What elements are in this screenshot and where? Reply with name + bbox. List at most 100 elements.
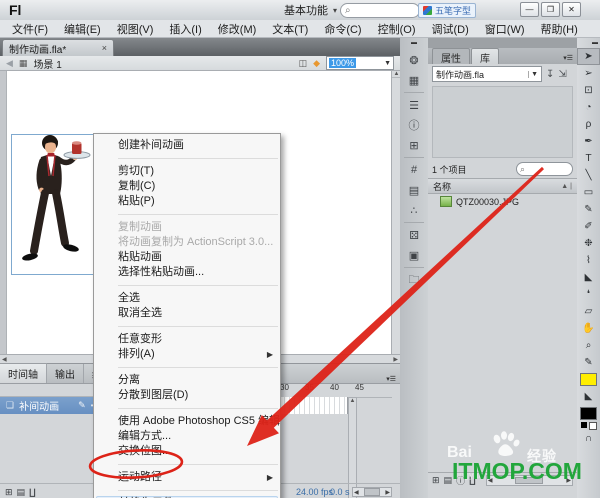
context-menu-item[interactable]: 运动路径 ▶ xyxy=(94,470,280,485)
menubar-item[interactable]: 修改(M) xyxy=(210,20,265,37)
strings-panel-icon[interactable]: ∴ xyxy=(400,200,428,220)
components-panel-icon[interactable]: ⚄ xyxy=(400,225,428,245)
timeline-ruler[interactable]: 30 35 40 45 xyxy=(280,383,392,398)
zoom-level-select[interactable]: 100% ▼ xyxy=(326,56,394,70)
waiter-character-graphic[interactable] xyxy=(14,132,98,272)
tab-properties[interactable]: 属性 xyxy=(432,48,470,65)
menubar-item[interactable]: 视图(V) xyxy=(109,20,162,37)
menubar-item[interactable]: 控制(O) xyxy=(370,20,424,37)
context-menu-item[interactable]: 使用 Adobe Photoshop CS5 编辑 xyxy=(94,414,280,429)
align-panel-icon[interactable]: ☰ xyxy=(400,95,428,115)
library-document-select[interactable]: 制作动画.fla ▼ xyxy=(432,66,542,82)
deco-tool[interactable]: ❉ xyxy=(577,235,600,252)
tab-close-icon[interactable]: × xyxy=(102,43,107,53)
panel-group-header[interactable] xyxy=(428,38,577,48)
menubar-item[interactable]: 插入(I) xyxy=(161,20,209,37)
timeline-tab[interactable]: 输出 xyxy=(47,364,84,383)
bone-tool[interactable]: ⌇ xyxy=(577,252,600,269)
context-menu-item[interactable]: 选择性粘贴动画... xyxy=(94,265,280,280)
timeline-tab[interactable]: 时间轴 xyxy=(0,363,47,383)
default-colors-icon[interactable] xyxy=(577,422,600,430)
3d-rotation-tool[interactable]: ◔ xyxy=(577,99,600,116)
edit-symbol-icon[interactable]: ◆ xyxy=(313,58,320,69)
fill-color-icon[interactable]: ◣ xyxy=(577,388,600,405)
pencil-tool[interactable]: ✎ xyxy=(577,201,600,218)
context-menu-item[interactable]: 任意变形 xyxy=(94,332,280,347)
document-tab[interactable]: 制作动画.fla* × xyxy=(2,39,114,56)
code-snippets-panel-icon[interactable]: # xyxy=(400,160,428,180)
black-white-icon[interactable] xyxy=(580,422,587,428)
stroke-color-swatch[interactable] xyxy=(580,373,597,386)
context-menu-item[interactable]: 粘贴(P) xyxy=(94,194,280,209)
timeline-horizontal-scrollbar[interactable]: ◀ ▶ xyxy=(352,487,392,497)
zoom-tool[interactable]: ⌕ xyxy=(577,337,600,354)
menubar-item[interactable]: 帮助(H) xyxy=(533,20,586,37)
new-folder-button[interactable]: ▤ xyxy=(17,487,26,498)
selection-tool[interactable]: ➤ xyxy=(577,48,600,65)
scroll-right-icon[interactable]: ▶ xyxy=(393,356,398,363)
new-layer-button[interactable]: ⊞ xyxy=(5,487,13,498)
behaviors-panel-icon[interactable]: ▣ xyxy=(400,245,428,265)
scroll-up-icon[interactable]: ▲ xyxy=(349,398,356,404)
minimize-button[interactable]: — xyxy=(520,2,539,17)
new-symbol-button[interactable]: ⊞ xyxy=(432,475,440,486)
context-menu-item[interactable]: 创建补间动画 xyxy=(94,138,280,153)
workspace-switcher[interactable]: 基本功能 ▾ xyxy=(284,3,337,17)
context-menu-item[interactable]: 取消全选 xyxy=(94,306,280,321)
maximize-button[interactable]: ❐ xyxy=(541,2,560,17)
tab-library[interactable]: 库 xyxy=(471,48,499,65)
scroll-left-icon[interactable]: ◀ xyxy=(354,489,359,496)
library-name-column-header[interactable]: 名称 ▲ | xyxy=(428,178,577,194)
menubar-item[interactable]: 文本(T) xyxy=(264,20,316,37)
project-panel-icon[interactable]: 🗀 xyxy=(400,270,428,290)
menubar-item[interactable]: 调试(D) xyxy=(424,20,477,37)
panel-menu-icon[interactable]: ▾☰ xyxy=(563,54,577,64)
tools-panel-grip[interactable]: ▬ xyxy=(577,38,600,48)
lasso-tool[interactable]: ρ xyxy=(577,116,600,133)
eraser-tool[interactable]: ▱ xyxy=(577,303,600,320)
frame-cells[interactable] xyxy=(280,397,348,414)
subselection-tool[interactable]: ➢ xyxy=(577,65,600,82)
library-item-row[interactable]: QTZ00030.JPG xyxy=(428,194,577,209)
menubar-item[interactable]: 文件(F) xyxy=(4,20,56,37)
context-menu-item[interactable]: 编辑方式... xyxy=(94,429,280,444)
context-menu-item[interactable]: 分离 xyxy=(94,373,280,388)
scrollbar-thumb[interactable] xyxy=(364,488,380,496)
timeline-panel-menu-icon[interactable]: ▾☰ xyxy=(386,375,400,383)
snap-to-objects-icon[interactable]: ∩ xyxy=(577,430,600,447)
pen-tool[interactable]: ✒ xyxy=(577,133,600,150)
swatches-panel-icon[interactable]: ▦ xyxy=(400,70,428,90)
library-search-input[interactable]: ⌕ xyxy=(516,162,573,176)
library-list-empty-area[interactable] xyxy=(428,209,577,472)
sort-order-icon[interactable]: ▲ | xyxy=(561,183,572,190)
context-menu-item[interactable]: 复制(C) xyxy=(94,179,280,194)
fill-color-swatch[interactable] xyxy=(580,407,597,420)
swap-colors-icon[interactable] xyxy=(588,422,597,430)
brush-tool[interactable]: ✐ xyxy=(577,218,600,235)
context-menu-item[interactable]: 排列(A) ▶ xyxy=(94,347,280,362)
new-folder-button[interactable]: ▤ xyxy=(444,475,453,486)
scroll-left-icon[interactable]: ◀ xyxy=(2,356,7,363)
motion-presets-panel-icon[interactable]: ▤ xyxy=(400,180,428,200)
line-tool[interactable]: ╲ xyxy=(577,167,600,184)
scroll-right-icon[interactable]: ▶ xyxy=(385,489,390,496)
paint-bucket-tool[interactable]: ◣ xyxy=(577,269,600,286)
context-menu-item[interactable]: 分散到图层(D) xyxy=(94,388,280,403)
search-input[interactable]: ⌕ xyxy=(340,3,420,18)
context-menu-item[interactable]: 交换位图... xyxy=(94,444,280,459)
ime-indicator[interactable]: 五笔字型 xyxy=(418,3,477,18)
stroke-color-icon[interactable]: ✎ xyxy=(577,354,600,371)
close-button[interactable]: ✕ xyxy=(562,2,581,17)
back-arrow-icon[interactable]: ◀ xyxy=(6,58,13,69)
hand-tool[interactable]: ✋ xyxy=(577,320,600,337)
menubar-item[interactable]: 命令(C) xyxy=(316,20,369,37)
context-menu-item[interactable]: 剪切(T) xyxy=(94,164,280,179)
pin-library-icon[interactable]: ↧ xyxy=(546,69,554,80)
panel-strip-grip[interactable]: ▬ xyxy=(400,38,428,50)
transform-panel-icon[interactable]: ⊞ xyxy=(400,135,428,155)
context-menu-item[interactable]: 全选 xyxy=(94,291,280,306)
edit-scene-icon[interactable]: ◫ xyxy=(299,58,308,69)
text-tool[interactable]: T xyxy=(577,150,600,167)
context-menu-item[interactable]: 粘贴动画 xyxy=(94,250,280,265)
free-transform-tool[interactable]: ⊡ xyxy=(577,82,600,99)
